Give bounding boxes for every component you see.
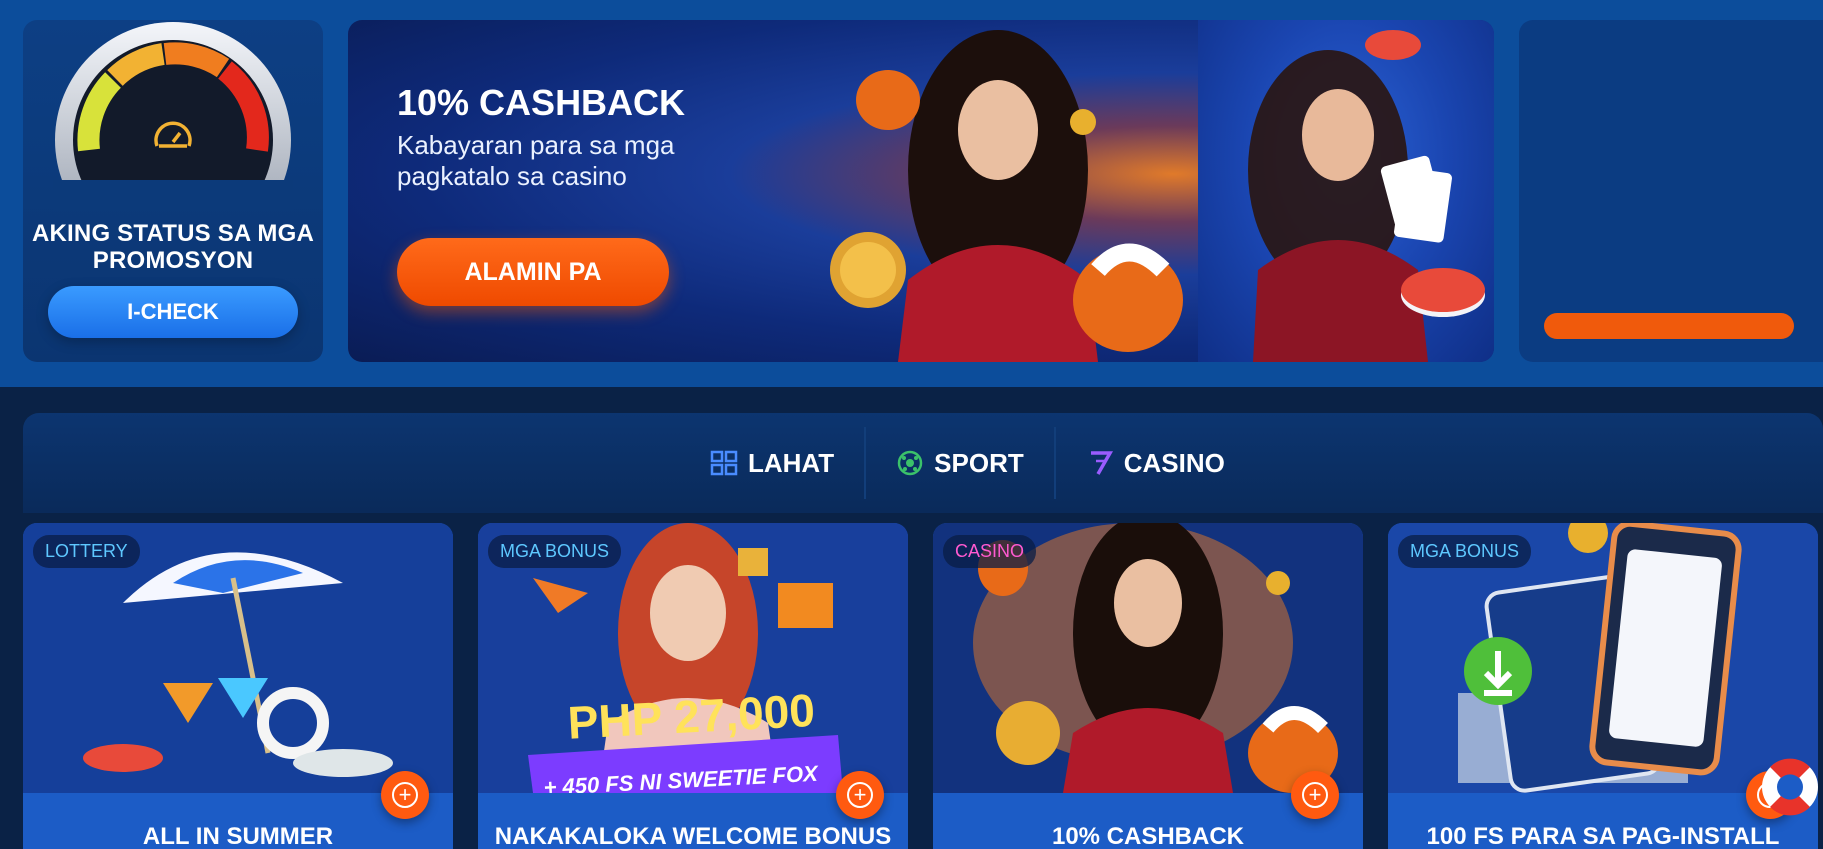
check-status-button[interactable]: I-CHECK	[48, 286, 298, 338]
support-lifebuoy-icon[interactable]	[1758, 755, 1822, 819]
promo-card-title: NAKAKALOKA WELCOME BONUS	[494, 823, 892, 849]
side-promo-button[interactable]	[1544, 313, 1794, 339]
woman-red-dress-image	[830, 30, 1183, 362]
grid-icon	[710, 450, 738, 476]
promo-card-title: 100 FS PARA SA PAG-INSTALL	[1426, 823, 1780, 849]
tab-sport[interactable]: SPORT	[864, 427, 1054, 499]
woman-with-cards-image	[1248, 30, 1485, 362]
promo-status-card: AKING STATUS SA MGA PROMOSYON I-CHECK	[23, 20, 323, 362]
promo-badge: MGA BONUS	[488, 535, 622, 568]
tab-casino[interactable]: CASINO	[1053, 427, 1255, 499]
soccer-ball-icon	[897, 450, 923, 476]
promo-badge: CASINO	[943, 535, 1037, 568]
tab-label: SPORT	[934, 447, 1024, 478]
next-slide-preview[interactable]	[1198, 20, 1494, 362]
hero-subtitle: Kabayaran para sa mga pagkatalo sa casin…	[397, 130, 675, 191]
promo-card-app-install[interactable]: MGA BONUS 100 FS PARA SA PAG-INSTALL +	[1388, 523, 1818, 849]
tab-label: LAHAT	[748, 447, 835, 478]
add-promo-button[interactable]: +	[381, 771, 429, 819]
add-promo-button[interactable]: +	[836, 771, 884, 819]
promo-status-title: AKING STATUS SA MGA PROMOSYON	[31, 220, 314, 274]
casino-7-icon	[1090, 451, 1113, 475]
hero-title: 10% CASHBACK	[397, 82, 686, 123]
promo-card-welcome-bonus[interactable]: PHP 27,000 + 450 FS NI SWEETIE FOX MGA B…	[478, 523, 908, 849]
hero-carousel[interactable]: 10% CASHBACK Kabayaran para sa mga pagka…	[348, 20, 1494, 362]
promo-badge: LOTTERY	[33, 535, 140, 568]
speedometer-gauge-icon	[53, 22, 293, 210]
category-tabs: LAHAT SPORT CASINO	[680, 413, 1255, 513]
plus-icon: +	[392, 782, 418, 808]
promo-card-cashback[interactable]: CASINO 10% CASHBACK +	[933, 523, 1363, 849]
side-promo-card[interactable]	[1519, 20, 1823, 362]
plus-icon: +	[1302, 782, 1328, 808]
promo-card-title: ALL IN SUMMER	[142, 823, 334, 849]
plus-icon: +	[847, 782, 873, 808]
tab-lahat[interactable]: LAHAT	[680, 427, 864, 499]
promo-badge: MGA BONUS	[1398, 535, 1532, 568]
tab-label: CASINO	[1123, 447, 1225, 478]
learn-more-button[interactable]: ALAMIN PA	[397, 238, 669, 306]
add-promo-button[interactable]: +	[1291, 771, 1339, 819]
promo-card-lottery[interactable]: LOTTERY ALL IN SUMMER +	[23, 523, 453, 849]
promo-card-title: 10% CASHBACK	[1051, 823, 1245, 849]
